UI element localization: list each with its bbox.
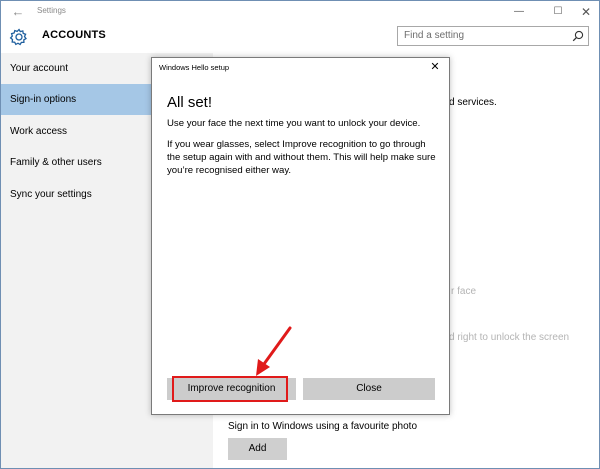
page-title: ACCOUNTS xyxy=(42,29,106,41)
dialog-close-icon[interactable]: ✕ xyxy=(427,59,443,75)
windows-hello-dialog: Windows Hello setup ✕ All set! Use your … xyxy=(151,57,450,415)
dialog-paragraph-1: Use your face the next time you want to … xyxy=(167,118,421,129)
back-arrow-icon[interactable]: ← xyxy=(9,3,27,21)
dialog-paragraph-2: If you wear glasses, select Improve reco… xyxy=(167,139,436,176)
window-close-button[interactable]: ✕ xyxy=(572,1,599,23)
search-box[interactable] xyxy=(397,26,589,46)
gear-icon xyxy=(9,28,27,46)
partial-text-face: r face xyxy=(451,286,477,297)
settings-window: ← Settings — ☐ ✕ ACCOUNTS Your account S… xyxy=(0,0,600,469)
partial-text-services: d services. xyxy=(449,97,497,108)
picture-password-text: Sign in to Windows using a favourite pho… xyxy=(228,421,417,432)
search-input[interactable] xyxy=(404,30,569,41)
dialog-title: Windows Hello setup xyxy=(159,63,230,72)
add-picture-password-button[interactable]: Add xyxy=(228,438,287,460)
title-bar: ← Settings — ☐ ✕ xyxy=(1,1,599,23)
page-header: ACCOUNTS xyxy=(1,23,599,53)
window-title: Settings xyxy=(37,6,66,15)
search-icon[interactable] xyxy=(572,30,584,42)
partial-text-unlock-screen: d right to unlock the screen xyxy=(449,332,570,343)
improve-recognition-button[interactable]: Improve recognition xyxy=(167,378,296,400)
minimize-button[interactable]: — xyxy=(505,1,533,23)
dialog-close-button[interactable]: Close xyxy=(303,378,435,400)
maximize-button[interactable]: ☐ xyxy=(544,1,572,23)
dialog-heading: All set! xyxy=(167,94,213,111)
